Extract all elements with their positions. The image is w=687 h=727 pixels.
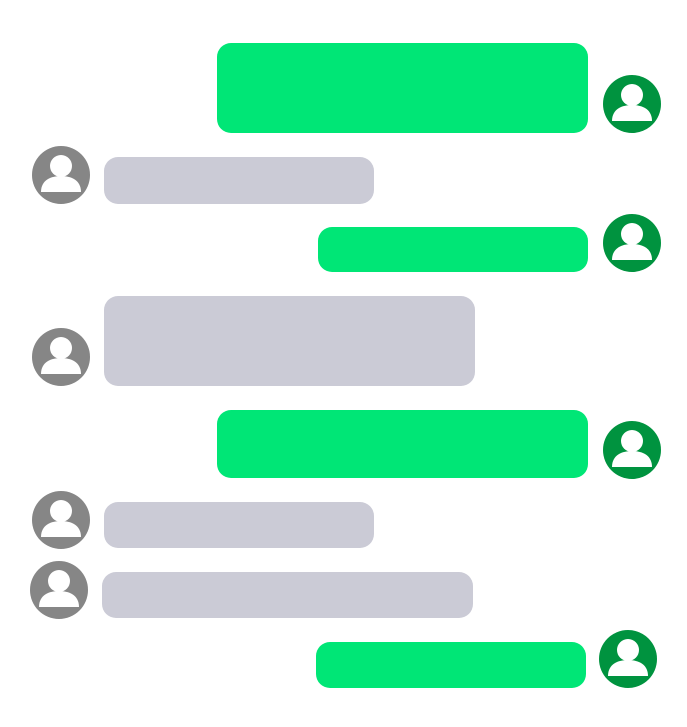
message-bubble-received [104, 157, 374, 204]
message-bubble-sent [318, 227, 588, 272]
user-avatar-icon [603, 214, 661, 272]
user-avatar-icon [32, 146, 90, 204]
message-bubble-received [104, 296, 475, 386]
message-bubble-received [102, 572, 473, 618]
user-avatar-icon [603, 75, 661, 133]
message-bubble-sent [316, 642, 586, 688]
message-bubble-sent [217, 43, 588, 133]
message-bubble-sent [217, 410, 588, 478]
user-avatar-icon [32, 491, 90, 549]
user-avatar-icon [603, 421, 661, 479]
user-avatar-icon [30, 561, 88, 619]
user-avatar-icon [599, 630, 657, 688]
message-bubble-received [104, 502, 374, 548]
user-avatar-icon [32, 328, 90, 386]
